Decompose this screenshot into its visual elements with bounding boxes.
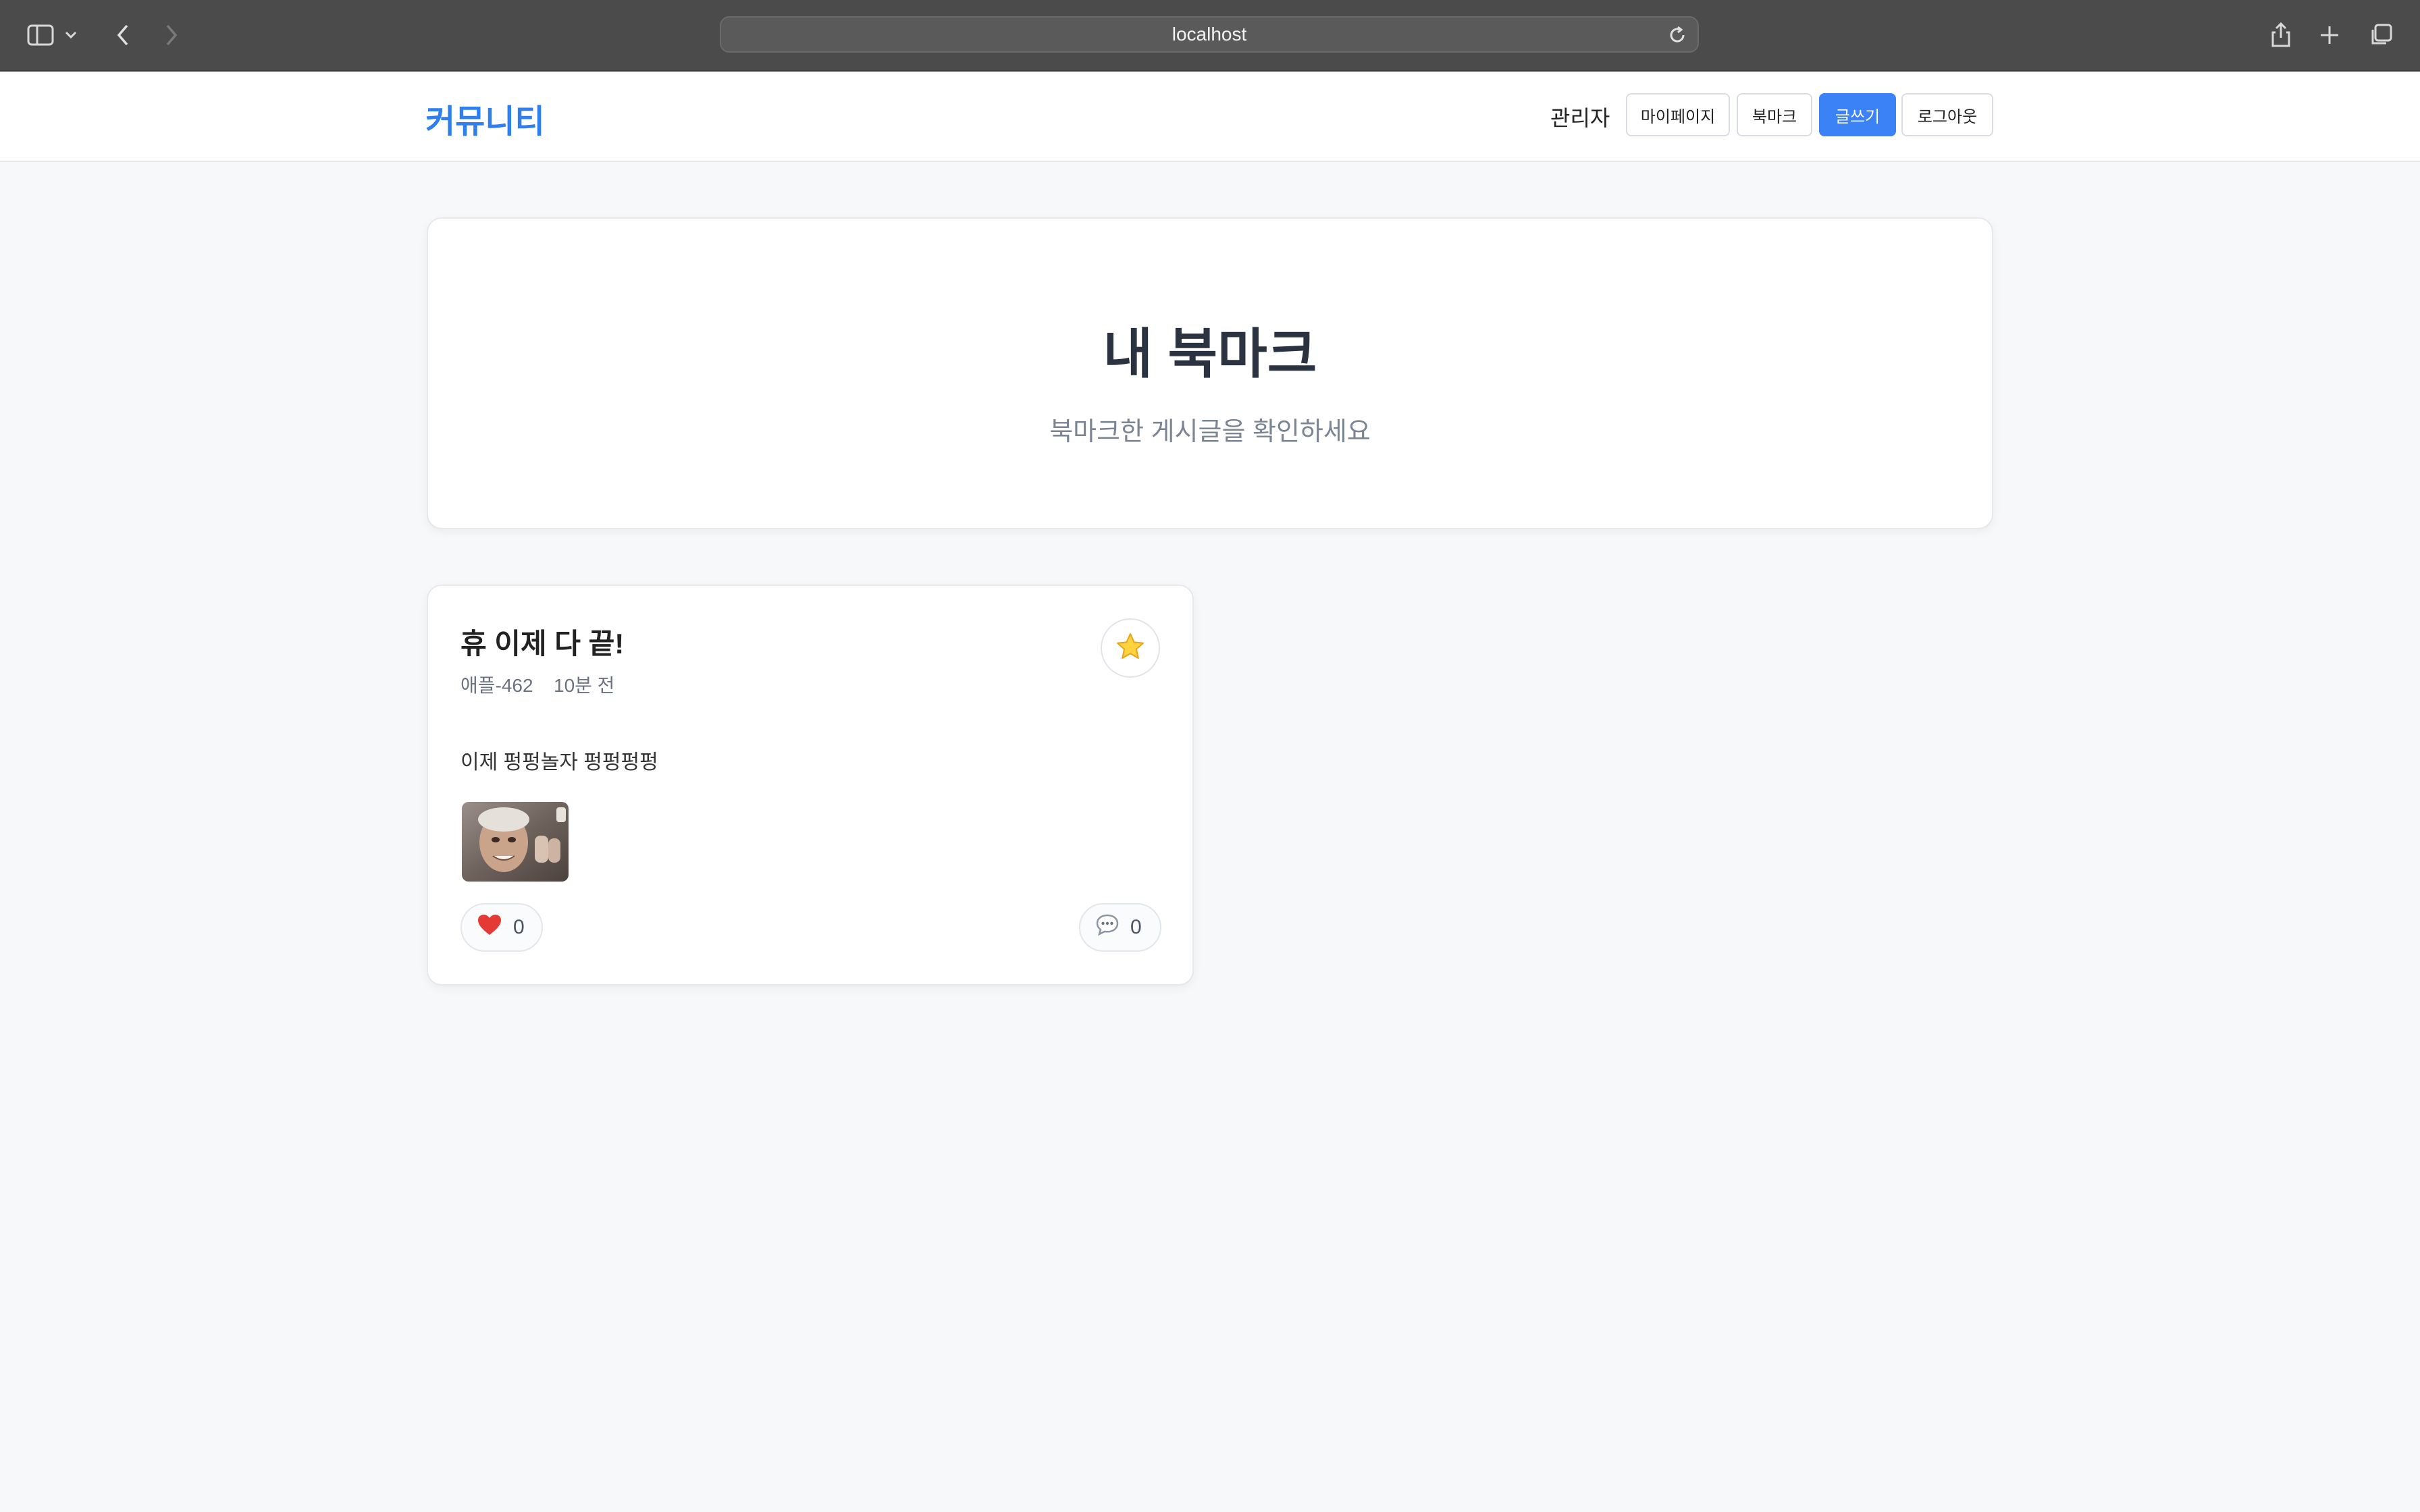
- post-author: 애플-462: [461, 675, 533, 696]
- post-image-thumbnail[interactable]: [462, 802, 569, 882]
- post-content: 이제 펑펑놀자 펑펑펑펑: [461, 751, 658, 774]
- comment-button[interactable]: 0: [1079, 903, 1161, 952]
- plus-icon[interactable]: [2312, 18, 2347, 53]
- bookmark-toggle-button[interactable]: [1101, 618, 1160, 678]
- site-header: 커뮤니티 관리자 마이페이지 북마크 글쓰기 로그아웃: [0, 72, 2420, 162]
- post-card[interactable]: 휴 이제 다 끝! 애플-462 10분 전 이제 펑펑놀자 펑펑펑펑 0 0: [427, 585, 1194, 986]
- page-hero: 내 북마크 북마크한 게시글을 확인하세요: [427, 217, 1993, 529]
- page-subtitle: 북마크한 게시글을 확인하세요: [1049, 418, 1371, 446]
- star-icon: [1115, 631, 1146, 666]
- reload-icon[interactable]: [1666, 24, 1688, 46]
- url-text: localhost: [1172, 24, 1247, 45]
- page-title: 내 북마크: [1103, 324, 1317, 384]
- browser-toolbar: localhost: [0, 0, 2420, 72]
- post-time: 10분 전: [554, 675, 615, 696]
- like-button[interactable]: 0: [461, 903, 543, 952]
- mypage-button[interactable]: 마이페이지: [1626, 93, 1730, 136]
- back-icon[interactable]: [105, 18, 140, 53]
- address-bar[interactable]: localhost: [720, 16, 1699, 53]
- heart-icon: [477, 913, 502, 942]
- bookmark-button[interactable]: 북마크: [1737, 93, 1812, 136]
- forward-icon[interactable]: [154, 18, 189, 53]
- speech-bubble-icon: [1095, 913, 1120, 942]
- comment-count: 0: [1130, 916, 1142, 938]
- like-count: 0: [513, 916, 525, 938]
- site-logo[interactable]: 커뮤니티: [425, 94, 545, 142]
- tabs-icon[interactable]: [2363, 18, 2398, 53]
- share-icon[interactable]: [2263, 18, 2298, 53]
- logout-button[interactable]: 로그아웃: [1901, 93, 1993, 136]
- username-label: 관리자: [1550, 106, 1610, 130]
- chevron-down-icon[interactable]: [61, 18, 81, 53]
- post-title[interactable]: 휴 이제 다 끝!: [461, 621, 624, 662]
- write-button[interactable]: 글쓰기: [1819, 93, 1896, 136]
- sidebar-icon[interactable]: [23, 18, 58, 53]
